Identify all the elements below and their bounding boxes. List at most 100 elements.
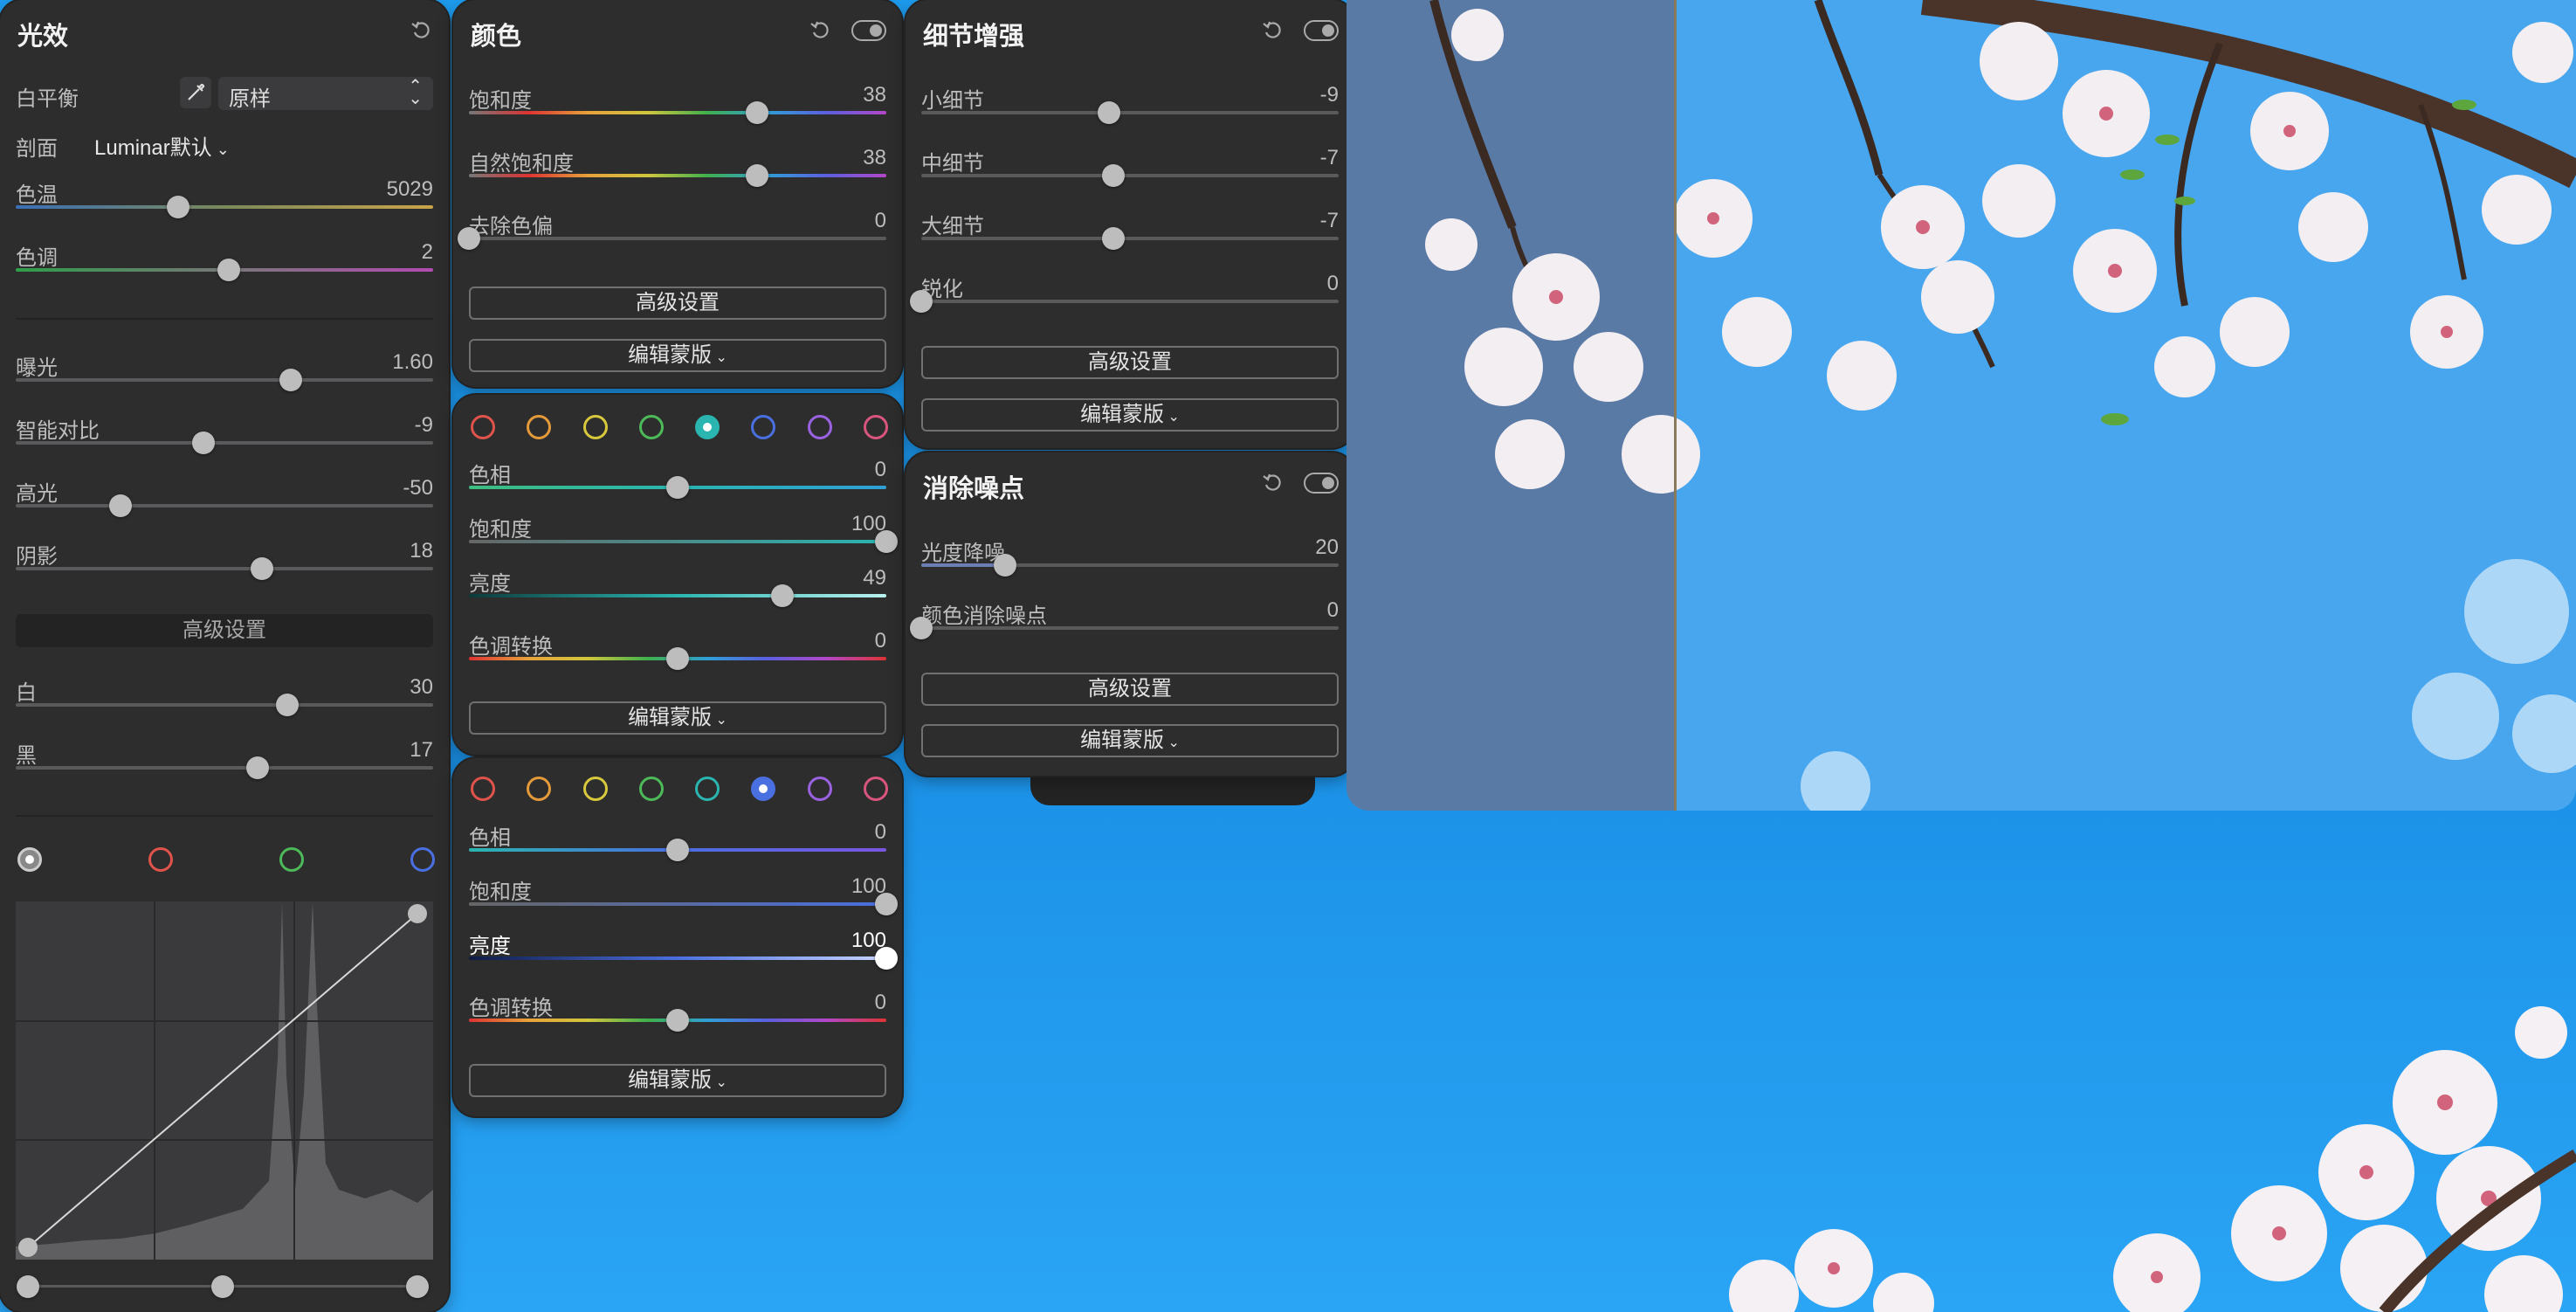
vibrance-slider[interactable]: 自然饱和度 38 [469,146,886,207]
color-swatch-row [471,410,888,445]
shadows-slider[interactable]: 阴影 18 [16,539,433,600]
advanced-settings-button[interactable]: 高级设置 [16,614,433,647]
slider-knob[interactable] [246,756,270,779]
chevron-down-icon: ⌄ [712,713,727,728]
exposure-slider[interactable]: 曝光 1.60 [16,350,433,411]
profile-select[interactable]: Luminar默认 ⌄ [94,130,230,161]
color-swatch-row [471,771,888,806]
slider-knob[interactable] [251,557,274,580]
color-swatch[interactable] [638,777,664,801]
curve-channel-blue[interactable] [410,847,435,872]
slider-knob[interactable] [993,554,1016,577]
medium-details-slider[interactable]: 中细节 -7 [921,146,1339,207]
tone-shift-slider[interactable]: 色调转换 0 [469,991,886,1052]
saturation-slider[interactable]: 饱和度 100 [469,874,898,936]
hue-slider[interactable]: 色相 0 [469,458,886,519]
panel-title: 消除噪点 [923,475,1025,503]
slider-knob[interactable] [279,369,303,391]
slider-knob[interactable] [1101,227,1125,250]
edit-mask-button[interactable]: 编辑蒙版 ⌄ [921,398,1339,432]
color-swatch[interactable] [471,415,495,439]
slider-knob[interactable] [108,494,132,517]
slider-knob[interactable] [770,584,794,607]
slider-knob[interactable] [875,530,898,553]
slider-knob[interactable] [666,647,689,670]
divider [16,815,433,817]
smart-contrast-slider[interactable]: 智能对比 -9 [16,413,433,474]
toggle-icon[interactable] [1304,20,1339,41]
slider-knob[interactable] [275,694,299,716]
reset-icon[interactable] [1262,472,1285,494]
reset-icon[interactable] [809,19,832,42]
color-swatch[interactable] [695,415,720,439]
color-swatch[interactable] [582,415,608,439]
sharpen-slider[interactable]: 锐化 0 [910,272,1339,333]
slider-knob[interactable] [875,947,898,970]
tint-slider[interactable]: 色调 2 [16,240,433,301]
color-swatch[interactable] [751,415,776,439]
color-swatch[interactable] [471,777,495,801]
color-swatch[interactable] [807,777,832,801]
cherry-branch-image [1425,0,2576,811]
slider-knob[interactable] [192,432,216,454]
color-swatch[interactable] [807,415,832,439]
edit-mask-button[interactable]: 编辑蒙版 ⌄ [921,724,1339,757]
toggle-icon[interactable] [851,20,886,41]
temperature-slider[interactable]: 色温 5029 [16,177,433,238]
luminance-slider[interactable]: 亮度 49 [469,566,886,627]
color-swatch[interactable] [863,415,888,439]
color-swatch[interactable] [527,777,552,801]
white-balance-select[interactable]: 原样 ⌃ ⌄ [218,77,433,111]
advanced-settings-button[interactable]: 高级设置 [921,673,1339,706]
small-details-slider[interactable]: 小细节 -9 [921,83,1339,144]
highlights-slider[interactable]: 高光 -50 [16,476,433,537]
luminance-slider[interactable]: 亮度 100 [469,929,898,990]
whites-slider[interactable]: 白 30 [16,675,433,736]
slider-knob[interactable] [1101,164,1125,187]
slider-knob[interactable] [745,164,768,187]
color-swatch[interactable] [638,415,664,439]
slider-knob[interactable] [458,227,480,250]
color-swatch[interactable] [863,777,888,801]
color-swatch[interactable] [751,777,776,801]
toggle-icon[interactable] [1304,473,1339,494]
hue-slider[interactable]: 色相 0 [469,820,886,881]
slider-knob[interactable] [910,290,933,313]
photo-preview[interactable] [1347,0,2576,811]
large-details-slider[interactable]: 大细节 -7 [921,209,1339,270]
saturation-slider[interactable]: 饱和度 100 [469,512,898,573]
slider-knob[interactable] [1098,101,1121,124]
curve-range-slider[interactable] [17,1274,429,1300]
tone-shift-slider[interactable]: 色调转换 0 [469,629,886,690]
edit-mask-button[interactable]: 编辑蒙版 ⌄ [469,1064,886,1097]
advanced-settings-button[interactable]: 高级设置 [469,287,886,320]
slider-knob[interactable] [217,259,240,281]
slider-knob[interactable] [745,101,768,124]
curve-channel-rgb[interactable] [17,847,42,872]
eyedropper-button[interactable] [180,77,211,108]
slider-knob[interactable] [666,476,689,499]
slider-knob[interactable] [167,196,190,218]
color-swatch[interactable] [527,415,552,439]
details-panel: 细节增强 小细节 -9 中细节 -7 大细节 -7 锐化 0 高级设置 编辑蒙版 ⌄ [906,0,1354,448]
color-swatch[interactable] [695,777,720,801]
color-swatch[interactable] [582,777,608,801]
saturation-slider[interactable]: 饱和度 38 [469,83,886,144]
color-denoise-slider[interactable]: 颜色消除噪点 0 [910,598,1339,659]
slider-knob[interactable] [910,617,933,639]
luminance-denoise-slider[interactable]: 光度降噪 20 [921,535,1339,597]
compare-divider[interactable] [1674,0,1677,811]
reset-icon[interactable] [1262,19,1285,42]
curve-channel-red[interactable] [148,847,173,872]
remove-color-cast-slider[interactable]: 去除色偏 0 [458,209,886,270]
blacks-slider[interactable]: 黑 17 [16,738,433,799]
slider-knob[interactable] [875,893,898,915]
advanced-settings-button[interactable]: 高级设置 [921,346,1339,379]
reset-icon[interactable] [410,19,433,42]
edit-mask-button[interactable]: 编辑蒙版 ⌄ [469,701,886,735]
tone-curve[interactable] [16,901,433,1260]
slider-knob[interactable] [666,839,689,861]
edit-mask-button[interactable]: 编辑蒙版 ⌄ [469,339,886,372]
curve-channel-green[interactable] [279,847,304,872]
slider-knob[interactable] [666,1009,689,1032]
